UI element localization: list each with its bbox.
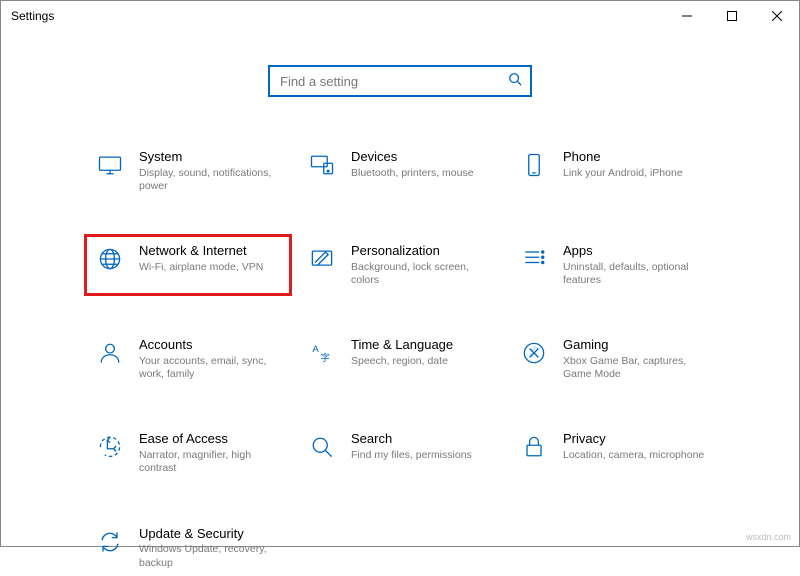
card-accounts[interactable]: Accounts Your accounts, email, sync, wor…	[87, 331, 289, 387]
settings-grid: System Display, sound, notifications, po…	[21, 143, 779, 576]
minimize-button[interactable]	[664, 1, 709, 31]
privacy-icon	[519, 432, 549, 462]
svg-text:A: A	[312, 344, 319, 355]
window-controls	[664, 1, 799, 31]
minimize-icon	[682, 11, 692, 21]
card-desc: Wi-Fi, airplane mode, VPN	[139, 261, 263, 274]
card-title: Privacy	[563, 431, 704, 448]
card-title: Devices	[351, 149, 474, 166]
accounts-icon	[95, 338, 125, 368]
content-area: System Display, sound, notifications, po…	[1, 65, 799, 576]
watermark: wsxdn.com	[746, 532, 791, 542]
card-title: Update & Security	[139, 526, 281, 543]
search-input[interactable]	[278, 73, 508, 90]
card-desc: Background, lock screen, colors	[351, 261, 493, 287]
card-desc: Link your Android, iPhone	[563, 167, 683, 180]
window-title: Settings	[11, 9, 54, 23]
card-desc: Speech, region, date	[351, 355, 453, 368]
card-desc: Windows Update, recovery, backup	[139, 543, 281, 569]
card-desc: Uninstall, defaults, optional features	[563, 261, 705, 287]
card-title: Personalization	[351, 243, 493, 260]
card-desc: Bluetooth, printers, mouse	[351, 167, 474, 180]
time-language-icon: A字	[307, 338, 337, 368]
card-title: Gaming	[563, 337, 705, 354]
titlebar: Settings	[1, 1, 799, 31]
card-time-language[interactable]: A字 Time & Language Speech, region, date	[299, 331, 501, 387]
globe-icon	[95, 244, 125, 274]
close-icon	[772, 11, 782, 21]
card-desc: Xbox Game Bar, captures, Game Mode	[563, 355, 705, 381]
apps-icon	[519, 244, 549, 274]
search-box[interactable]	[268, 65, 532, 97]
card-update-security[interactable]: Update & Security Windows Update, recove…	[87, 520, 289, 576]
card-title: Ease of Access	[139, 431, 281, 448]
card-network-internet[interactable]: Network & Internet Wi-Fi, airplane mode,…	[84, 234, 292, 296]
update-security-icon	[95, 527, 125, 557]
maximize-button[interactable]	[709, 1, 754, 31]
maximize-icon	[727, 11, 737, 21]
card-title: Network & Internet	[139, 243, 263, 260]
card-ease-of-access[interactable]: Ease of Access Narrator, magnifier, high…	[87, 425, 289, 481]
close-button[interactable]	[754, 1, 799, 31]
card-title: Time & Language	[351, 337, 453, 354]
search-wrap	[21, 65, 779, 97]
card-desc: Location, camera, microphone	[563, 449, 704, 462]
phone-icon	[519, 150, 549, 180]
card-apps[interactable]: Apps Uninstall, defaults, optional featu…	[511, 237, 713, 293]
gaming-icon	[519, 338, 549, 368]
card-phone[interactable]: Phone Link your Android, iPhone	[511, 143, 713, 199]
card-title: Accounts	[139, 337, 281, 354]
card-search[interactable]: Search Find my files, permissions	[299, 425, 501, 481]
card-system[interactable]: System Display, sound, notifications, po…	[87, 143, 289, 199]
search-icon	[508, 72, 522, 91]
devices-icon	[307, 150, 337, 180]
card-privacy[interactable]: Privacy Location, camera, microphone	[511, 425, 713, 481]
card-title: System	[139, 149, 281, 166]
card-title: Apps	[563, 243, 705, 260]
ease-of-access-icon	[95, 432, 125, 462]
card-desc: Display, sound, notifications, power	[139, 167, 281, 193]
card-title: Search	[351, 431, 472, 448]
card-desc: Narrator, magnifier, high contrast	[139, 449, 281, 475]
card-title: Phone	[563, 149, 683, 166]
card-desc: Find my files, permissions	[351, 449, 472, 462]
card-gaming[interactable]: Gaming Xbox Game Bar, captures, Game Mod…	[511, 331, 713, 387]
card-devices[interactable]: Devices Bluetooth, printers, mouse	[299, 143, 501, 199]
card-desc: Your accounts, email, sync, work, family	[139, 355, 281, 381]
svg-text:字: 字	[320, 352, 330, 364]
search-card-icon	[307, 432, 337, 462]
card-personalization[interactable]: Personalization Background, lock screen,…	[299, 237, 501, 293]
system-icon	[95, 150, 125, 180]
personalization-icon	[307, 244, 337, 274]
